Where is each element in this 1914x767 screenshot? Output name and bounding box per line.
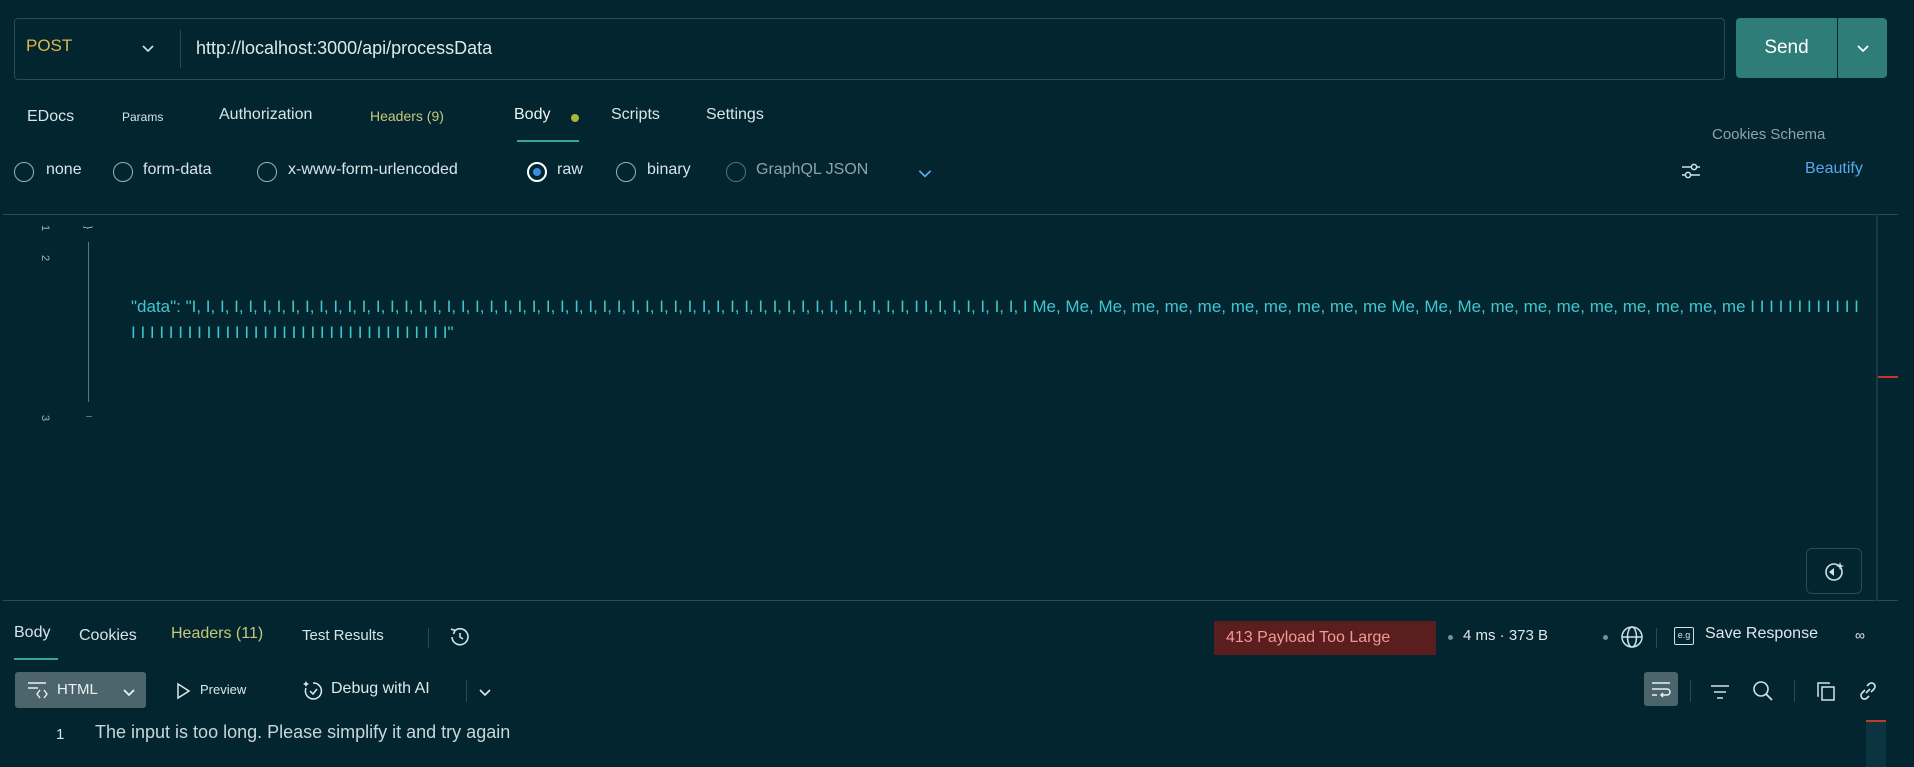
tab-params[interactable]: Params xyxy=(122,110,163,124)
chevron-down-icon[interactable] xyxy=(121,684,137,700)
active-tab-underline xyxy=(14,658,58,660)
radio-binary-label[interactable]: binary xyxy=(647,161,691,179)
tab-body[interactable]: Body xyxy=(514,106,550,124)
code-format-icon xyxy=(28,682,48,699)
tab-settings[interactable]: Settings xyxy=(706,106,764,124)
scrollbar-marker xyxy=(1866,720,1886,722)
save-icon[interactable]: e.g xyxy=(1674,627,1694,645)
divider xyxy=(180,30,181,68)
status-badge[interactable]: 413 Payload Too Large xyxy=(1214,621,1436,655)
editor-scrollbar[interactable] xyxy=(1876,214,1878,601)
line-number: 1 xyxy=(39,224,52,232)
divider xyxy=(1794,680,1795,702)
radio-urlencoded[interactable] xyxy=(257,162,277,182)
chevron-down-icon[interactable] xyxy=(140,40,156,56)
line-number: 2 xyxy=(39,254,52,262)
indent-guide xyxy=(88,242,89,402)
chevron-down-icon[interactable] xyxy=(916,164,934,182)
wrap-lines-button[interactable] xyxy=(1644,672,1678,706)
response-tab-cookies[interactable]: Cookies xyxy=(79,627,137,645)
chevron-down-icon[interactable] xyxy=(477,684,493,700)
scrollbar-marker xyxy=(1878,376,1898,378)
body-modified-indicator xyxy=(571,114,579,122)
response-timing[interactable]: 4 ms · 373 B xyxy=(1463,627,1548,644)
search-icon[interactable] xyxy=(1751,679,1775,703)
ai-sparkle-icon xyxy=(1825,562,1844,581)
wrap-icon xyxy=(1652,682,1671,698)
radio-form-data[interactable] xyxy=(113,162,133,182)
radio-graphql-label[interactable]: GraphQL JSON xyxy=(756,161,868,179)
response-tab-headers[interactable]: Headers (11) xyxy=(171,625,263,643)
radio-none-label[interactable]: none xyxy=(46,161,82,179)
response-tab-test-results[interactable]: Test Results xyxy=(302,627,384,644)
globe-icon[interactable] xyxy=(1619,624,1645,650)
divider xyxy=(1656,628,1657,648)
filter-icon[interactable] xyxy=(1709,681,1731,703)
divider xyxy=(428,628,429,648)
play-icon[interactable] xyxy=(174,682,192,700)
send-dropdown-button[interactable] xyxy=(1838,18,1887,78)
cookies-schema-link[interactable]: Cookies Schema xyxy=(1712,126,1825,143)
active-tab-underline xyxy=(517,140,579,142)
line-number: 1 xyxy=(56,726,65,743)
radio-form-data-label[interactable]: form-data xyxy=(143,161,211,179)
response-tab-body[interactable]: Body xyxy=(14,624,50,642)
history-icon[interactable] xyxy=(447,624,473,650)
indent-guide-end xyxy=(86,416,92,417)
fold-marker[interactable]: } xyxy=(82,226,93,229)
radio-graphql[interactable] xyxy=(726,162,746,182)
divider xyxy=(466,680,467,702)
preview-button[interactable]: Preview xyxy=(200,682,246,697)
url-input[interactable]: http://localhost:3000/api/processData xyxy=(196,38,492,59)
radio-urlencoded-label[interactable]: x-www-form-urlencoded xyxy=(288,161,458,179)
link-icon[interactable] xyxy=(1856,679,1880,703)
tab-docs[interactable]: EDocs xyxy=(27,108,74,126)
debug-ai-icon[interactable] xyxy=(301,679,325,703)
response-body-text[interactable]: The input is too long. Please simplify i… xyxy=(95,722,510,743)
separator-dot xyxy=(1448,635,1453,640)
response-scrollbar[interactable] xyxy=(1866,722,1886,767)
beautify-button[interactable]: Beautify xyxy=(1805,160,1863,178)
radio-binary[interactable] xyxy=(616,162,636,182)
more-icon[interactable]: ∞ xyxy=(1855,627,1865,643)
chevron-down-icon xyxy=(1856,45,1869,53)
divider xyxy=(1690,680,1691,702)
line-number: 3 xyxy=(39,414,52,422)
tab-authorization[interactable]: Authorization xyxy=(219,106,312,124)
send-button[interactable]: Send xyxy=(1736,18,1837,78)
tab-scripts[interactable]: Scripts xyxy=(611,106,660,124)
radio-raw-label[interactable]: raw xyxy=(557,161,583,179)
ai-assist-button[interactable] xyxy=(1806,548,1862,594)
tab-headers[interactable]: Headers (9) xyxy=(370,108,444,124)
radio-raw[interactable] xyxy=(527,162,547,182)
debug-with-ai-button[interactable]: Debug with AI xyxy=(331,680,430,698)
format-select-label[interactable]: HTML xyxy=(57,681,98,698)
method-select[interactable]: POST xyxy=(26,36,72,56)
save-response-button[interactable]: Save Response xyxy=(1705,625,1818,643)
sliders-icon[interactable] xyxy=(1680,160,1702,182)
body-editor[interactable] xyxy=(3,214,1898,601)
radio-none[interactable] xyxy=(14,162,34,182)
code-line[interactable]: "data": "I, I, I, I, I, I, I, I, I, I, I… xyxy=(131,294,1866,346)
copy-icon[interactable] xyxy=(1814,679,1838,703)
separator-dot xyxy=(1603,635,1608,640)
